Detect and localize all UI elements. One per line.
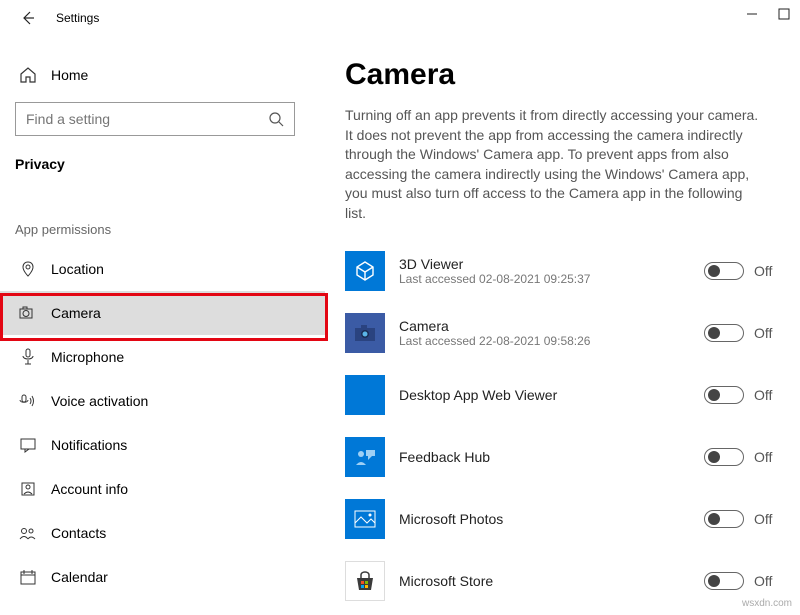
sidebar-item-microphone[interactable]: Microphone (0, 335, 325, 379)
subsection-title: App permissions (15, 222, 325, 237)
toggle-feedback-hub[interactable] (704, 448, 744, 466)
app-row-3d-viewer: 3D Viewer Last accessed 02-08-2021 09:25… (345, 240, 780, 302)
toggle-state: Off (754, 387, 780, 403)
sidebar-item-label: Voice activation (51, 393, 148, 409)
main-content: Camera Turning off an app prevents it fr… (325, 36, 800, 615)
app-icon-3d-viewer (345, 251, 385, 291)
sidebar-item-label: Calendar (51, 569, 108, 585)
toggle-camera[interactable] (704, 324, 744, 342)
section-title: Privacy (15, 156, 325, 172)
titlebar: Settings (0, 0, 800, 36)
window-title: Settings (56, 11, 99, 25)
sidebar-item-label: Location (51, 261, 104, 277)
app-row-store: Microsoft Store Off (345, 550, 780, 612)
page-title: Camera (345, 58, 780, 92)
sidebar-item-calendar[interactable]: Calendar (0, 555, 325, 599)
voice-icon (19, 392, 37, 410)
toggle-3d-viewer[interactable] (704, 262, 744, 280)
location-icon (19, 260, 37, 278)
app-sub: Last accessed 02-08-2021 09:25:37 (399, 272, 704, 286)
sidebar-item-label: Notifications (51, 437, 127, 453)
contacts-icon (19, 524, 37, 542)
sidebar-item-camera[interactable]: Camera (0, 291, 325, 335)
watermark: wsxdn.com (742, 598, 792, 609)
app-icon-camera (345, 313, 385, 353)
app-row-feedback-hub: Feedback Hub Off (345, 426, 780, 488)
toggle-state: Off (754, 573, 780, 589)
app-name: Microsoft Photos (399, 511, 704, 527)
sidebar: Home Privacy App permissions Location Ca… (0, 36, 325, 615)
app-name: Desktop App Web Viewer (399, 387, 704, 403)
minimize-button[interactable] (746, 8, 760, 22)
app-icon-desktop-viewer (345, 375, 385, 415)
home-link[interactable]: Home (15, 66, 325, 84)
app-name: Microsoft Store (399, 573, 704, 589)
toggle-state: Off (754, 263, 780, 279)
app-name: Feedback Hub (399, 449, 704, 465)
arrow-left-icon (20, 10, 36, 26)
toggle-state: Off (754, 449, 780, 465)
home-icon (19, 66, 37, 84)
camera-icon (19, 304, 37, 322)
toggle-desktop-viewer[interactable] (704, 386, 744, 404)
sidebar-item-notifications[interactable]: Notifications (0, 423, 325, 467)
app-row-desktop-viewer: Desktop App Web Viewer Off (345, 364, 780, 426)
sidebar-item-label: Camera (51, 305, 101, 321)
app-row-onenote: N OneNote for Windows 10 Off (345, 612, 780, 615)
app-icon-feedback-hub (345, 437, 385, 477)
search-icon (268, 111, 284, 127)
search-input[interactable] (26, 111, 268, 127)
calendar-icon (19, 568, 37, 586)
app-sub: Last accessed 22-08-2021 09:58:26 (399, 334, 704, 348)
app-icon-store (345, 561, 385, 601)
toggle-store[interactable] (704, 572, 744, 590)
app-name: Camera (399, 318, 704, 334)
sidebar-item-label: Account info (51, 481, 128, 497)
back-button[interactable] (10, 0, 46, 36)
app-row-photos: Microsoft Photos Off (345, 488, 780, 550)
sidebar-item-location[interactable]: Location (0, 247, 325, 291)
notifications-icon (19, 436, 37, 454)
toggle-photos[interactable] (704, 510, 744, 528)
sidebar-item-voice-activation[interactable]: Voice activation (0, 379, 325, 423)
home-label: Home (51, 67, 88, 83)
app-row-camera: Camera Last accessed 22-08-2021 09:58:26… (345, 302, 780, 364)
sidebar-item-contacts[interactable]: Contacts (0, 511, 325, 555)
search-box[interactable] (15, 102, 295, 136)
app-icon-photos (345, 499, 385, 539)
app-name: 3D Viewer (399, 256, 704, 272)
sidebar-item-label: Microphone (51, 349, 124, 365)
sidebar-item-account-info[interactable]: Account info (0, 467, 325, 511)
page-description: Turning off an app prevents it from dire… (345, 106, 765, 224)
toggle-state: Off (754, 511, 780, 527)
maximize-button[interactable] (778, 8, 792, 22)
account-icon (19, 480, 37, 498)
window-controls (746, 8, 792, 22)
microphone-icon (19, 348, 37, 366)
sidebar-item-label: Contacts (51, 525, 106, 541)
toggle-state: Off (754, 325, 780, 341)
